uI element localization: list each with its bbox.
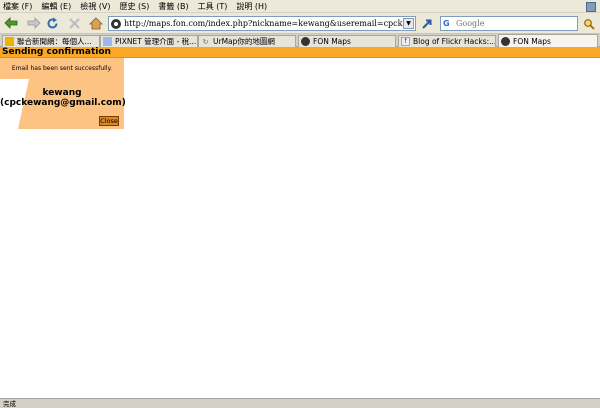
tab-pixnet[interactable]: PIXNET 管理介面 - 稅... [100, 35, 198, 47]
tab-urmap[interactable]: ↻ UrMap你的地圖網 [198, 35, 296, 47]
fon-favicon-icon [301, 37, 310, 46]
go-button[interactable] [420, 16, 434, 31]
tab-label: PIXNET 管理介面 - 稅... [115, 37, 197, 46]
url-bar[interactable]: http://maps.fon.com/index.php?nickname=k… [108, 16, 416, 31]
tab-label: 聯合新聞網：每個人... [17, 37, 92, 46]
close-button[interactable]: Close [99, 116, 119, 126]
menu-bookmarks[interactable]: 書籤 (B) [158, 0, 188, 13]
back-button[interactable] [3, 15, 19, 31]
tab-fon-maps-active[interactable]: FON Maps [498, 34, 598, 47]
flickr-favicon-icon: f [401, 37, 410, 46]
menu-edit[interactable]: 編輯 (E) [41, 0, 71, 13]
search-button[interactable] [582, 17, 596, 31]
url-text[interactable]: http://maps.fon.com/index.php?nickname=k… [124, 19, 412, 28]
tab-label: Blog of Flickr Hacks:... [413, 37, 495, 46]
reload-button[interactable] [44, 15, 60, 31]
status-text: 完成 [3, 400, 16, 408]
menu-view[interactable]: 檢視 (V) [80, 0, 110, 13]
page-title: Sending confirmation [2, 47, 111, 57]
fon-favicon-icon [111, 18, 121, 29]
search-bar[interactable]: G [440, 16, 578, 31]
url-history-dropdown[interactable]: ▼ [403, 18, 414, 29]
menu-tools[interactable]: 工具 (T) [198, 0, 228, 13]
throbber-icon [586, 2, 596, 12]
recipient-name: kewang [42, 88, 82, 98]
tab-label: UrMap你的地圖網 [213, 37, 275, 46]
stop-button[interactable] [66, 15, 82, 31]
go-arrow-icon [422, 19, 432, 29]
menu-bar: 檔案 (F) 編輯 (E) 檢視 (V) 歷史 (S) 書籤 (B) 工具 (T… [0, 0, 600, 13]
home-icon [89, 16, 103, 29]
fon-favicon-icon [501, 36, 510, 46]
back-arrow-icon [4, 17, 18, 29]
pixnet-favicon-icon [103, 37, 112, 46]
magnifier-icon [584, 19, 595, 30]
tab-udn[interactable]: 聯合新聞網：每個人... [2, 35, 100, 47]
menu-history[interactable]: 歷史 (S) [120, 0, 150, 13]
urmap-favicon-icon: ↻ [202, 37, 209, 46]
forward-button[interactable] [26, 15, 42, 31]
tab-fon-maps[interactable]: FON Maps [298, 35, 396, 47]
status-bar: 完成 [0, 398, 600, 408]
tab-bar: 聯合新聞網：每個人... PIXNET 管理介面 - 稅... ↻ UrMap你… [0, 34, 600, 47]
google-engine-icon[interactable]: G [443, 18, 456, 29]
news-favicon-icon [5, 37, 14, 46]
menu-help[interactable]: 說明 (H) [236, 0, 267, 13]
tab-label: FON Maps [313, 37, 351, 46]
stop-icon [68, 17, 80, 29]
success-message: Email has been sent successfully. [11, 65, 113, 72]
home-button[interactable] [88, 15, 104, 31]
navigation-toolbar: ▾ http://maps.fon.com/index.php?nickname… [0, 13, 600, 34]
tab-flickr-hacks[interactable]: f Blog of Flickr Hacks:... [398, 35, 496, 47]
menu-file[interactable]: 檔案 (F) [3, 0, 32, 13]
search-input[interactable] [456, 17, 574, 30]
recipient-email: (cpckewang@gmail.com) [0, 98, 126, 108]
tab-label: FON Maps [513, 36, 551, 46]
page-header: Sending confirmation [0, 47, 600, 58]
reload-icon [47, 17, 57, 28]
forward-arrow-icon [27, 17, 41, 29]
